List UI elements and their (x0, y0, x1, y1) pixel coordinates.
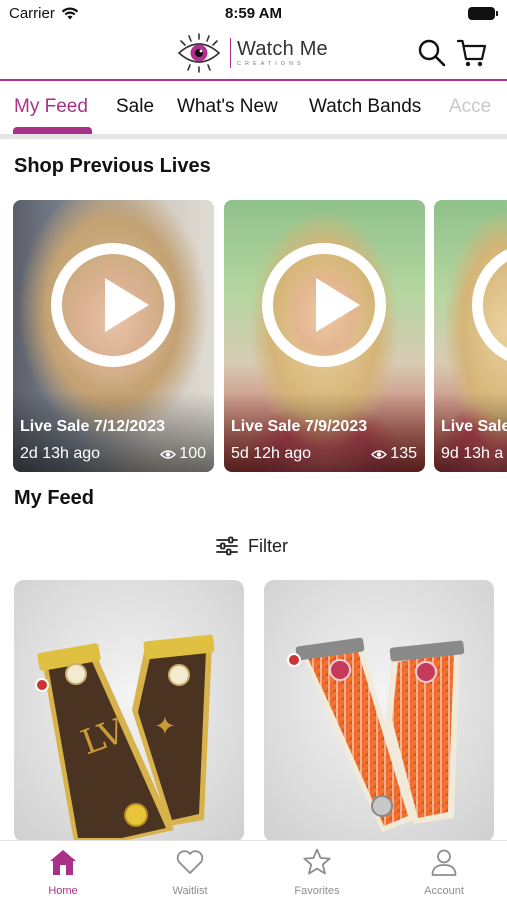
status-bar: Carrier 8:59 AM (0, 0, 507, 28)
tab-my-feed[interactable]: My Feed (14, 96, 88, 118)
tab-accessories[interactable]: Acce (449, 96, 491, 118)
tabbar-waitlist-label: Waitlist (172, 885, 208, 897)
search-icon[interactable] (417, 38, 447, 68)
live-sale-age: 9d 13h a (441, 445, 504, 462)
view-count: 100 (160, 445, 206, 463)
view-count-value: 100 (179, 445, 206, 462)
feed-title: My Feed (14, 487, 95, 509)
tabs-divider (0, 134, 507, 139)
logo-title: Watch Me (237, 38, 328, 60)
live-sale-card[interactable]: Live Sale 7/12/2023 2d 13h ago 100 (13, 200, 214, 472)
filter-button[interactable]: Filter (216, 534, 288, 558)
live-sale-card[interactable]: Live Sale 9d 13h a (434, 200, 507, 472)
bottom-tab-bar: Home Waitlist Favorites Account (0, 840, 507, 900)
clock: 8:59 AM (225, 5, 282, 22)
home-icon (50, 850, 76, 875)
live-sale-title: Live Sale 7/12/2023 (20, 418, 165, 435)
tabbar-home[interactable]: Home (0, 841, 126, 900)
star-icon (303, 848, 331, 875)
tabbar-favorites-label: Favorites (294, 885, 340, 897)
logo-subtitle: CREATIONS (237, 61, 305, 67)
live-sale-title: Live Sale 7/9/2023 (231, 418, 368, 435)
live-sale-age: 2d 13h ago (20, 445, 101, 462)
tabbar-account[interactable]: Account (381, 841, 507, 900)
eye-icon (160, 449, 177, 459)
tabbar-home-label: Home (48, 885, 78, 897)
red-tweed-watch-band-image (264, 580, 494, 842)
brown-monogram-watch-band-image: LV ✦ (14, 580, 244, 842)
view-count-value: 135 (390, 445, 417, 462)
tabbar-waitlist[interactable]: Waitlist (127, 841, 253, 900)
person-icon (431, 849, 457, 876)
tabbar-account-label: Account (424, 885, 464, 897)
heart-icon (176, 850, 204, 874)
play-button-icon[interactable] (51, 243, 175, 367)
app-header: Watch Me CREATIONS (0, 28, 507, 80)
tabbar-favorites[interactable]: Favorites (254, 841, 380, 900)
brand-logo[interactable]: Watch Me CREATIONS (176, 30, 328, 76)
tab-whats-new[interactable]: What's New (177, 96, 278, 118)
previous-lives-title: Shop Previous Lives (14, 155, 211, 177)
sliders-icon (216, 536, 238, 556)
svg-text:✦: ✦ (154, 712, 176, 742)
tab-watch-bands[interactable]: Watch Bands (309, 96, 421, 118)
eye-icon (371, 449, 388, 459)
play-button-icon[interactable] (262, 243, 386, 367)
live-sale-age: 5d 12h ago (231, 445, 312, 462)
eye-logo-icon (177, 33, 221, 73)
tab-sale[interactable]: Sale (116, 96, 154, 118)
filter-label: Filter (248, 535, 288, 556)
live-sale-title: Live Sale (441, 418, 507, 435)
live-sale-card[interactable]: Live Sale 7/9/2023 5d 12h ago 135 (224, 200, 425, 472)
category-tabs: My Feed Sale What's New Watch Bands Acce (0, 81, 507, 136)
logo-wordmark: Watch Me CREATIONS (230, 38, 328, 68)
battery-icon (468, 7, 498, 20)
product-card[interactable]: LV ✦ (14, 580, 244, 842)
product-card[interactable] (264, 580, 494, 842)
view-count: 135 (371, 445, 417, 463)
active-tab-indicator (13, 127, 92, 134)
cart-icon[interactable] (457, 38, 487, 68)
